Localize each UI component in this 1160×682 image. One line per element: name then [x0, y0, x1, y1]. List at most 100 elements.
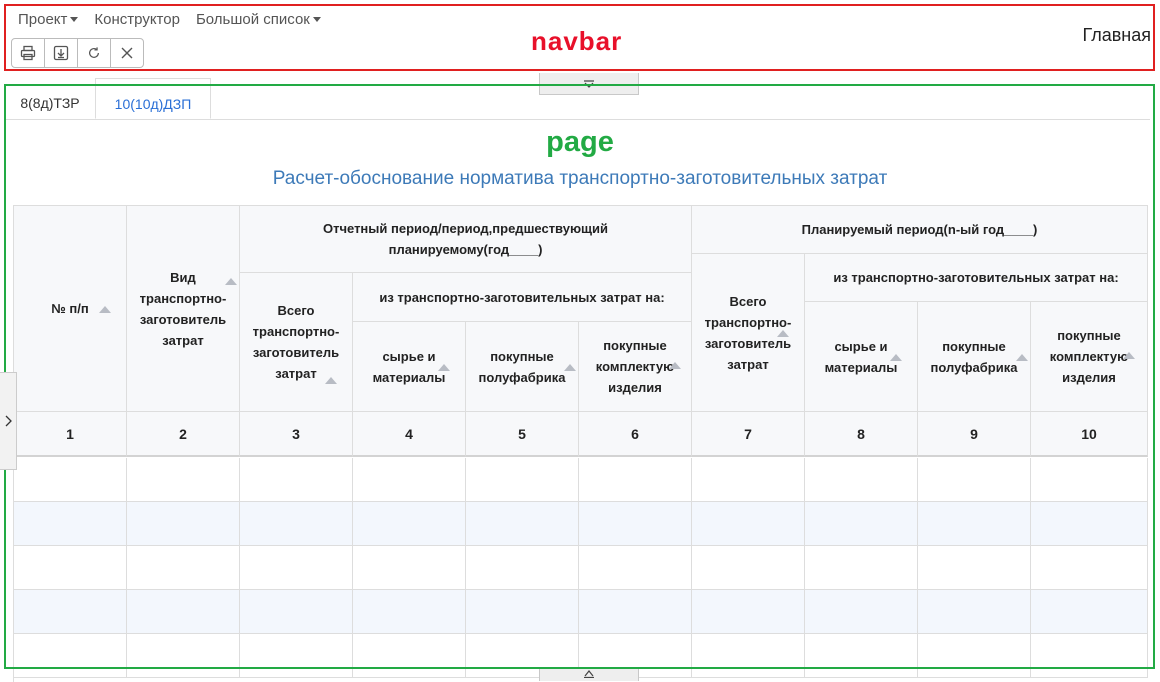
chevron-right-icon [5, 415, 12, 427]
table-cell[interactable] [692, 546, 805, 590]
table-cell[interactable] [579, 502, 692, 546]
table-cell[interactable] [127, 546, 240, 590]
table-cell[interactable] [1031, 546, 1148, 590]
sort-icon [99, 306, 111, 313]
table-cell[interactable] [353, 502, 466, 546]
table-cell[interactable] [805, 634, 918, 678]
table-cell[interactable] [1031, 590, 1148, 634]
collapse-footer-button[interactable] [539, 667, 639, 681]
table-cell[interactable] [353, 634, 466, 678]
table-cell[interactable] [692, 458, 805, 502]
close-button[interactable] [110, 38, 144, 68]
header-reported-raw[interactable]: сырье и материалы [353, 322, 466, 412]
sort-icon [890, 354, 902, 361]
table-cell[interactable] [353, 546, 466, 590]
table-cell[interactable] [353, 458, 466, 502]
header-number[interactable]: № п/п [14, 206, 127, 412]
menu-constructor[interactable]: Конструктор [94, 11, 180, 28]
header-planned-subgroup-label: из транспортно-заготовительных затрат на… [833, 270, 1119, 285]
table-cell[interactable] [240, 502, 353, 546]
page-title: Расчет-обоснование норматива транспортно… [272, 168, 888, 189]
table-row[interactable] [14, 502, 1148, 546]
table-cell[interactable] [918, 546, 1031, 590]
column-number: 9 [918, 412, 1031, 457]
print-button[interactable] [11, 38, 45, 68]
table-cell[interactable] [1031, 502, 1148, 546]
menu-big-list[interactable]: Большой список [196, 11, 321, 28]
table-row[interactable] [14, 590, 1148, 634]
download-icon [53, 45, 69, 61]
menu-constructor-label: Конструктор [94, 11, 180, 28]
table-row[interactable] [14, 458, 1148, 502]
header-group-planned-label: Планируемый период(n-ый год____) [801, 222, 1038, 237]
table-cell[interactable] [692, 634, 805, 678]
table-cell[interactable] [14, 458, 127, 502]
sort-icon [325, 377, 337, 384]
header-cost-type-label: Вид транспортно-заготовитель затрат [139, 269, 227, 348]
table-cell[interactable] [240, 590, 353, 634]
table-cell[interactable] [127, 458, 240, 502]
table-cell[interactable] [579, 546, 692, 590]
table-cell[interactable] [14, 590, 127, 634]
tab-10-10d-dzp[interactable]: 10(10д)ДЗП [95, 78, 211, 119]
table-cell[interactable] [805, 502, 918, 546]
table-cell[interactable] [579, 458, 692, 502]
sort-icon [777, 330, 789, 337]
table-cell[interactable] [805, 546, 918, 590]
table-cell[interactable] [127, 634, 240, 678]
table-cell[interactable] [14, 634, 127, 678]
table-cell[interactable] [918, 590, 1031, 634]
table-cell[interactable] [14, 502, 127, 546]
table-cell[interactable] [579, 590, 692, 634]
tab-8-8d-tzr[interactable]: 8(8д)ТЗР [9, 88, 91, 118]
table-cell[interactable] [805, 458, 918, 502]
table-cell[interactable] [240, 634, 353, 678]
column-number: 7 [692, 412, 805, 457]
table-cell[interactable] [692, 502, 805, 546]
home-link[interactable]: Главная [1082, 25, 1151, 46]
header-reported-kits[interactable]: покупные комплектую изделия [579, 322, 692, 412]
column-number: 1 [14, 412, 127, 457]
header-planned-kits[interactable]: покупные комплектую изделия [1031, 302, 1148, 412]
table-cell[interactable] [1031, 458, 1148, 502]
table-cell[interactable] [466, 590, 579, 634]
table-cell[interactable] [466, 458, 579, 502]
table-cell[interactable] [918, 502, 1031, 546]
data-table: № п/п Вид транспортно-заготовитель затра… [13, 205, 1148, 682]
header-cost-type[interactable]: Вид транспортно-заготовитель затрат [127, 206, 240, 412]
menu-project[interactable]: Проект [18, 11, 79, 28]
close-icon [121, 47, 133, 59]
table-cell[interactable] [466, 502, 579, 546]
table-cell[interactable] [127, 502, 240, 546]
sidebar-toggle[interactable] [0, 372, 17, 470]
table-cell[interactable] [127, 590, 240, 634]
table-cell[interactable] [918, 634, 1031, 678]
main-menu: Проект Конструктор Большой список [18, 11, 321, 28]
header-planned-raw[interactable]: сырье и материалы [805, 302, 918, 412]
chevron-up-icon [584, 670, 594, 678]
download-button[interactable] [44, 38, 78, 68]
column-number: 4 [353, 412, 466, 457]
table-cell[interactable] [14, 546, 127, 590]
header-reported-subgroup-label: из транспортно-заготовительных затрат на… [379, 289, 665, 305]
table-cell[interactable] [692, 590, 805, 634]
header-group-reported: Отчетный период/период,предшествующий пл… [240, 206, 692, 273]
refresh-button[interactable] [77, 38, 111, 68]
table-cell[interactable] [918, 458, 1031, 502]
table-row[interactable] [14, 546, 1148, 590]
table-cell[interactable] [805, 590, 918, 634]
column-number: 2 [127, 412, 240, 457]
table-cell[interactable] [353, 590, 466, 634]
header-group-reported-label: Отчетный период/период,предшествующий пл… [322, 221, 609, 257]
header-planned-total[interactable]: Всего транспортно-заготовитель затрат [692, 254, 805, 412]
table-cell[interactable] [466, 546, 579, 590]
header-reported-semi-label: покупные полуфабрика [478, 348, 566, 385]
table-cell[interactable] [240, 458, 353, 502]
header-planned-semi[interactable]: покупные полуфабрика [918, 302, 1031, 412]
sort-icon [225, 278, 237, 285]
header-planned-semi-label: покупные полуфабрика [930, 338, 1018, 375]
header-reported-total[interactable]: Всего транспортно-заготовитель затрат [240, 273, 353, 412]
table-cell[interactable] [1031, 634, 1148, 678]
table-cell[interactable] [240, 546, 353, 590]
header-reported-semi[interactable]: покупные полуфабрика [466, 322, 579, 412]
